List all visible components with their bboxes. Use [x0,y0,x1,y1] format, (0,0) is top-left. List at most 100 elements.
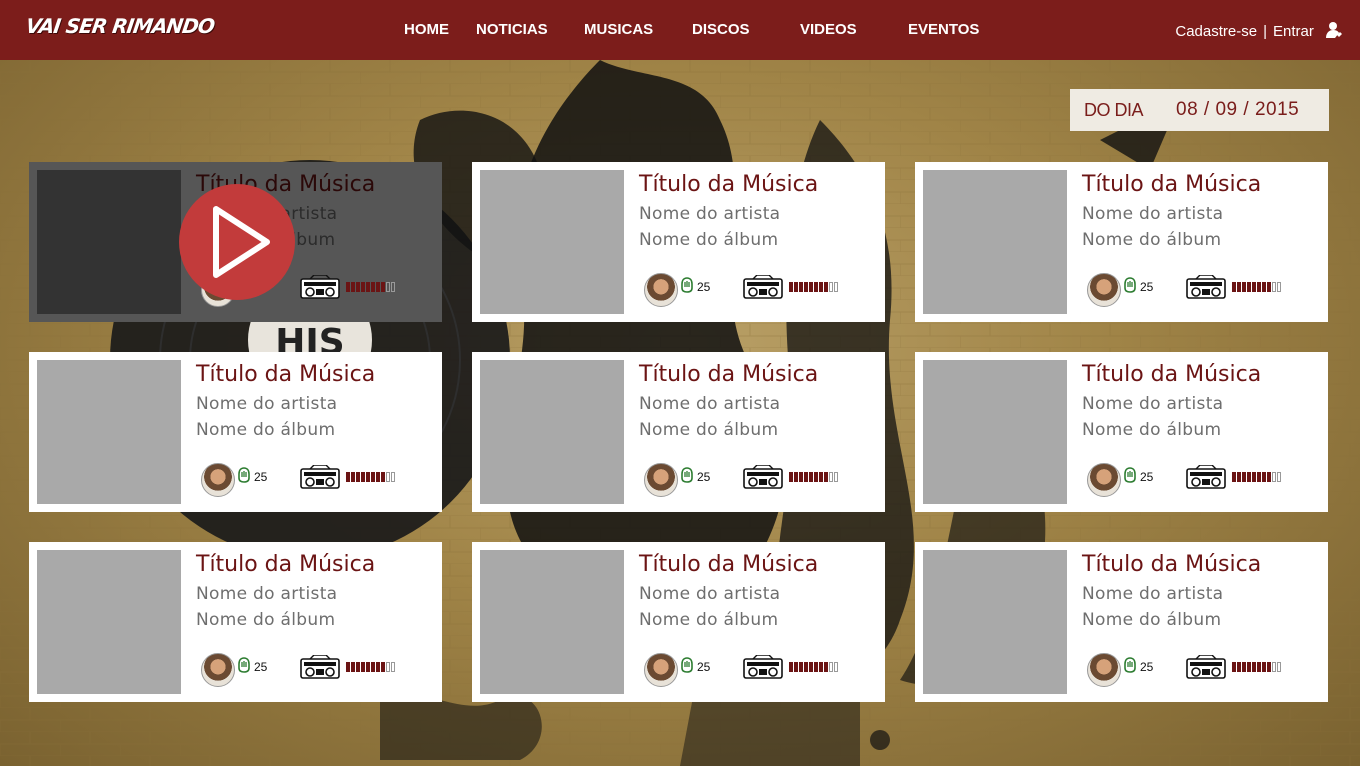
nav-noticias[interactable]: NOTICIAS [476,21,548,38]
album-cover[interactable] [37,360,181,504]
rating-bar [366,282,370,292]
hand-like-icon[interactable] [1122,276,1138,298]
music-card[interactable]: Título da Música Nome do artista Nome do… [472,352,885,512]
album-cover[interactable] [923,360,1067,504]
music-card[interactable]: Título da Música Nome do artista Nome do… [915,542,1328,702]
song-title[interactable]: Título da Música [196,362,375,387]
rating-bar [794,282,798,292]
album-cover[interactable] [37,170,181,314]
boombox-icon[interactable] [743,464,783,493]
rating-bar [361,662,365,672]
boombox-icon[interactable] [1186,274,1226,303]
boombox-icon[interactable] [300,654,340,683]
login-link[interactable]: Entrar [1273,23,1314,40]
rating-bar [1237,282,1241,292]
music-card[interactable]: Título da Música Nome do artista Nome do… [29,162,442,322]
rating-bar [1237,472,1241,482]
site-logo[interactable]: VAI SER RIMANDO [24,14,215,38]
music-card[interactable]: Título da Música Nome do artista Nome do… [29,352,442,512]
music-card[interactable]: Título da Música Nome do artista Nome do… [915,162,1328,322]
music-card[interactable]: Título da Música Nome do artista Nome do… [915,352,1328,512]
rating-bar [391,282,395,292]
rating-bar [1267,282,1271,292]
rating-bar [1242,282,1246,292]
album-cover[interactable] [923,170,1067,314]
song-title[interactable]: Título da Música [1082,172,1261,197]
album-name[interactable]: Nome do álbum [196,610,335,630]
hand-like-icon[interactable] [679,466,695,488]
boombox-icon[interactable] [743,654,783,683]
artist-name[interactable]: Nome do artista [1082,584,1223,604]
rating-bar [386,662,390,672]
nav-home[interactable]: HOME [404,21,449,38]
artist-name[interactable]: Nome do artista [639,584,780,604]
song-title[interactable]: Título da Música [639,172,818,197]
song-title[interactable]: Título da Música [639,552,818,577]
user-avatar[interactable] [644,273,678,307]
user-avatar[interactable] [644,463,678,497]
rating-bar [1257,662,1261,672]
rating-bar [1262,472,1266,482]
artist-name[interactable]: Nome do artista [196,584,337,604]
rating-bar [1232,472,1236,482]
rating-bar [1247,472,1251,482]
album-name[interactable]: Nome do álbum [196,420,335,440]
hand-like-icon[interactable] [1122,656,1138,678]
music-card[interactable]: Título da Música Nome do artista Nome do… [472,162,885,322]
hand-like-icon[interactable] [236,656,252,678]
rating-bar [381,472,385,482]
play-button[interactable] [179,184,295,300]
rating-bar [829,662,833,672]
album-name[interactable]: Nome do álbum [639,610,778,630]
user-avatar[interactable] [201,653,235,687]
album-cover[interactable] [480,170,624,314]
nav-videos[interactable]: VIDEOS [800,21,857,38]
artist-name[interactable]: Nome do artista [1082,394,1223,414]
user-avatar[interactable] [1087,273,1121,307]
album-cover[interactable] [480,360,624,504]
boombox-icon[interactable] [1186,654,1226,683]
album-name[interactable]: Nome do álbum [1082,420,1221,440]
album-name[interactable]: Nome do álbum [1082,610,1221,630]
rating-bar [794,472,798,482]
rating-bar [1232,662,1236,672]
music-card[interactable]: Título da Música Nome do artista Nome do… [29,542,442,702]
album-name[interactable]: Nome do álbum [1082,230,1221,250]
nav-musicas[interactable]: MUSICAS [584,21,653,38]
rating-meter [346,282,396,292]
song-title[interactable]: Título da Música [639,362,818,387]
user-avatar[interactable] [201,463,235,497]
hand-like-icon[interactable] [236,466,252,488]
rating-bar [361,472,365,482]
hand-like-icon[interactable] [1122,466,1138,488]
hand-like-icon[interactable] [679,276,695,298]
album-name[interactable]: Nome do álbum [639,420,778,440]
user-avatar[interactable] [1087,463,1121,497]
music-card[interactable]: Título da Música Nome do artista Nome do… [472,542,885,702]
album-cover[interactable] [480,550,624,694]
song-title[interactable]: Título da Música [1082,552,1261,577]
nav-discos[interactable]: DISCOS [692,21,750,38]
boombox-icon[interactable] [300,274,340,303]
user-icon[interactable] [1326,21,1342,43]
artist-name[interactable]: Nome do artista [639,394,780,414]
nav-eventos[interactable]: EVENTOS [908,21,979,38]
boombox-icon[interactable] [1186,464,1226,493]
song-title[interactable]: Título da Música [1082,362,1261,387]
album-name[interactable]: Nome do álbum [639,230,778,250]
boombox-icon[interactable] [743,274,783,303]
rating-bar [829,282,833,292]
boombox-icon[interactable] [300,464,340,493]
artist-name[interactable]: Nome do artista [1082,204,1223,224]
artist-name[interactable]: Nome do artista [639,204,780,224]
song-title[interactable]: Título da Música [196,552,375,577]
album-cover[interactable] [923,550,1067,694]
rating-bar [1247,282,1251,292]
user-avatar[interactable] [644,653,678,687]
register-link[interactable]: Cadastre-se [1175,23,1257,40]
rating-bar [824,282,828,292]
album-cover[interactable] [37,550,181,694]
artist-name[interactable]: Nome do artista [196,394,337,414]
hand-like-icon[interactable] [679,656,695,678]
user-avatar[interactable] [1087,653,1121,687]
